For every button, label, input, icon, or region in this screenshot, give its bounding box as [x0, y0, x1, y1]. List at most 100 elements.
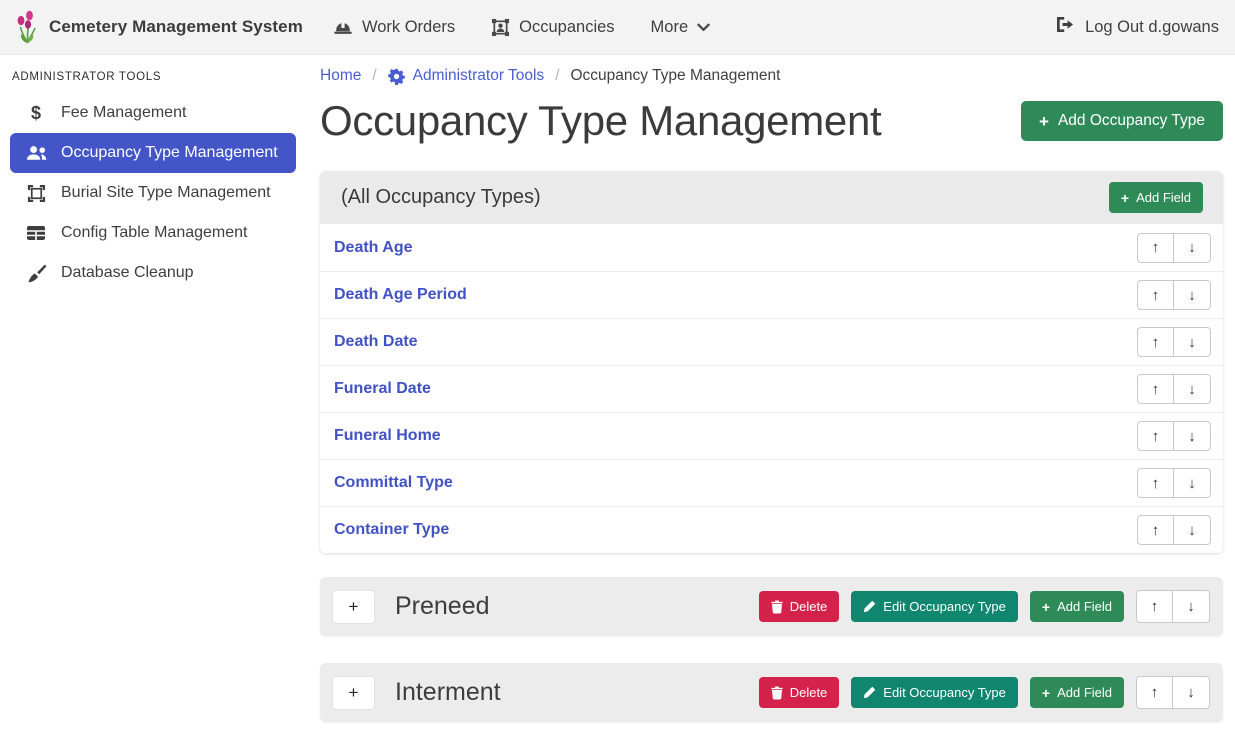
reorder-buttons: ↑ ↓ [1137, 421, 1211, 451]
move-down-button[interactable]: ↓ [1173, 676, 1210, 709]
section-actions: Delete Edit Occupancy Type + Add Field ↑… [759, 590, 1210, 623]
main-content: Home / Administrator Tools / Occupancy T… [320, 55, 1223, 722]
add-field-label: Add Field [1057, 685, 1112, 700]
sidebar-item-burial-site-type-management[interactable]: Burial Site Type Management [0, 173, 300, 213]
plus-icon: + [1042, 600, 1050, 614]
edit-occupancy-type-button[interactable]: Edit Occupancy Type [851, 591, 1018, 622]
sidebar-item-fee-management[interactable]: $ Fee Management [0, 93, 300, 133]
breadcrumb-admin-tools-link[interactable]: Administrator Tools [388, 67, 545, 85]
move-up-button[interactable]: ↑ [1137, 327, 1174, 357]
tulip-logo-icon [16, 9, 39, 45]
field-link-death-age[interactable]: Death Age [334, 239, 413, 257]
move-down-button[interactable]: ↓ [1174, 280, 1211, 310]
reorder-buttons: ↑ ↓ [1137, 468, 1211, 498]
section-interment: + Interment Delete Edi [320, 663, 1223, 722]
hard-hat-icon [333, 19, 353, 36]
expand-button[interactable]: + [333, 591, 374, 623]
field-row: Death Age ↑ ↓ [320, 224, 1223, 271]
breadcrumb-separator: / [372, 67, 376, 85]
sidebar-item-label: Database Cleanup [61, 264, 194, 282]
gear-icon [388, 68, 405, 85]
add-field-label: Add Field [1136, 190, 1191, 205]
field-link-funeral-date[interactable]: Funeral Date [334, 380, 431, 398]
move-down-button[interactable]: ↓ [1174, 374, 1211, 404]
add-occupancy-type-button[interactable]: + Add Occupancy Type [1021, 101, 1223, 141]
field-link-funeral-home[interactable]: Funeral Home [334, 427, 441, 445]
nav-item-more[interactable]: More [651, 18, 711, 37]
field-link-death-age-period[interactable]: Death Age Period [334, 286, 467, 304]
delete-button[interactable]: Delete [759, 677, 840, 708]
move-up-button[interactable]: ↑ [1136, 590, 1173, 623]
move-up-button[interactable]: ↑ [1137, 280, 1174, 310]
field-link-container-type[interactable]: Container Type [334, 521, 449, 539]
logout-button[interactable]: Log Out d.gowans [1055, 16, 1219, 38]
broom-icon [24, 264, 48, 283]
reorder-buttons: ↑ ↓ [1137, 327, 1211, 357]
move-up-button[interactable]: ↑ [1137, 515, 1174, 545]
edit-occupancy-type-label: Edit Occupancy Type [883, 599, 1006, 614]
breadcrumb-current: Occupancy Type Management [571, 67, 781, 85]
frame-crop-icon [24, 184, 48, 203]
breadcrumb-admin-tools-label: Administrator Tools [413, 67, 545, 85]
move-down-button[interactable]: ↓ [1174, 421, 1211, 451]
breadcrumb-separator: / [555, 67, 559, 85]
sidebar-item-label: Occupancy Type Management [61, 144, 278, 162]
nav-item-work-orders[interactable]: Work Orders [333, 18, 455, 37]
move-down-button[interactable]: ↓ [1174, 233, 1211, 263]
move-down-button[interactable]: ↓ [1174, 468, 1211, 498]
section-actions: Delete Edit Occupancy Type + Add Field ↑… [759, 676, 1210, 709]
reorder-buttons: ↑ ↓ [1136, 676, 1210, 709]
table-icon [24, 225, 48, 241]
sidebar-item-config-table-management[interactable]: Config Table Management [0, 213, 300, 253]
sidebar-item-label: Config Table Management [61, 224, 248, 242]
sidebar-item-label: Fee Management [61, 104, 186, 122]
expand-button[interactable]: + [333, 677, 374, 709]
field-row: Container Type ↑ ↓ [320, 506, 1223, 553]
plus-icon: + [1121, 191, 1129, 205]
move-down-button[interactable]: ↓ [1174, 327, 1211, 357]
delete-label: Delete [790, 685, 828, 700]
nav-item-occupancies[interactable]: Occupancies [491, 18, 614, 37]
add-field-button[interactable]: + Add Field [1030, 677, 1124, 708]
sidebar-item-occupancy-type-management[interactable]: Occupancy Type Management [10, 133, 296, 173]
nav-label-occupancies: Occupancies [519, 18, 614, 37]
add-field-button[interactable]: + Add Field [1109, 182, 1203, 213]
add-occupancy-type-label: Add Occupancy Type [1058, 112, 1205, 130]
move-up-button[interactable]: ↑ [1137, 233, 1174, 263]
top-navbar: Cemetery Management System Work Orders [0, 0, 1235, 55]
edit-occupancy-type-button[interactable]: Edit Occupancy Type [851, 677, 1018, 708]
move-up-button[interactable]: ↑ [1136, 676, 1173, 709]
sidebar-item-database-cleanup[interactable]: Database Cleanup [0, 253, 300, 293]
plus-icon: + [1042, 686, 1050, 700]
delete-label: Delete [790, 599, 828, 614]
move-up-button[interactable]: ↑ [1137, 421, 1174, 451]
app-brand[interactable]: Cemetery Management System [16, 9, 303, 45]
nav-label-more: More [651, 18, 689, 37]
field-link-death-date[interactable]: Death Date [334, 333, 418, 351]
card-title: (All Occupancy Types) [341, 186, 541, 209]
field-row: Death Age Period ↑ ↓ [320, 271, 1223, 318]
move-up-button[interactable]: ↑ [1137, 468, 1174, 498]
all-occupancy-types-card: (All Occupancy Types) + Add Field Death … [320, 171, 1223, 553]
field-row: Committal Type ↑ ↓ [320, 459, 1223, 506]
move-down-button[interactable]: ↓ [1173, 590, 1210, 623]
breadcrumb-home-link[interactable]: Home [320, 67, 361, 85]
move-up-button[interactable]: ↑ [1137, 374, 1174, 404]
chevron-down-icon [697, 23, 710, 32]
nav-links: Work Orders Occupancies More [333, 18, 710, 37]
field-link-committal-type[interactable]: Committal Type [334, 474, 453, 492]
pencil-icon [863, 686, 876, 699]
add-field-button[interactable]: + Add Field [1030, 591, 1124, 622]
field-row: Funeral Date ↑ ↓ [320, 365, 1223, 412]
section-preneed: + Preneed Delete Edit [320, 577, 1223, 636]
sidebar: ADMINISTRATOR TOOLS $ Fee Management Occ… [0, 55, 300, 738]
sidebar-item-label: Burial Site Type Management [61, 184, 271, 202]
trash-icon [771, 686, 783, 700]
delete-button[interactable]: Delete [759, 591, 840, 622]
logout-label: Log Out d.gowans [1085, 18, 1219, 37]
move-down-button[interactable]: ↓ [1174, 515, 1211, 545]
plus-icon: + [1039, 113, 1049, 130]
reorder-buttons: ↑ ↓ [1137, 374, 1211, 404]
trash-icon [771, 600, 783, 614]
card-header: (All Occupancy Types) + Add Field [320, 171, 1223, 224]
